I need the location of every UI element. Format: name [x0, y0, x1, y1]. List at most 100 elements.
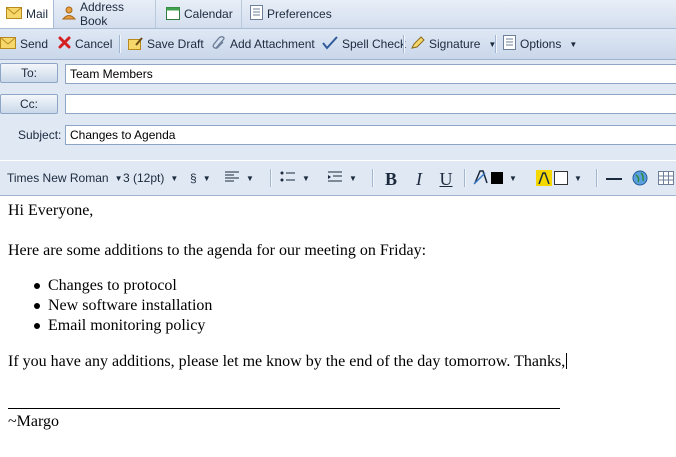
subject-field-value: Changes to Agenda	[70, 128, 176, 142]
tab-preferences[interactable]: Preferences	[244, 0, 344, 28]
spell-check-button[interactable]: Spell Check	[322, 29, 406, 59]
signature-divider	[8, 408, 560, 409]
bold-icon: B	[384, 168, 397, 189]
subject-field[interactable]: Changes to Agenda	[65, 125, 676, 145]
chevron-down-icon: ▼	[202, 173, 211, 183]
text-color-select[interactable]: ▼	[473, 161, 517, 195]
chevron-down-icon: ▼	[574, 173, 582, 183]
envelope-icon	[6, 6, 22, 22]
tab-calendar[interactable]: Calendar	[160, 0, 242, 28]
spell-check-icon	[322, 35, 338, 53]
text-cursor	[566, 353, 568, 369]
text-color-icon	[473, 169, 489, 188]
person-icon	[61, 6, 77, 23]
horizontal-rule-icon	[606, 178, 622, 180]
list-item: Changes to protocol	[32, 276, 212, 296]
closing-line: If you have any additions, please let me…	[8, 353, 568, 371]
signature-line: ~Margo	[8, 413, 60, 430]
send-label: Send	[20, 37, 49, 51]
preferences-icon	[250, 5, 263, 23]
cancel-label: Cancel	[75, 37, 113, 51]
format-divider	[372, 169, 374, 187]
highlight-color-swatch	[554, 171, 568, 185]
greeting-line: Hi Everyone,	[8, 202, 94, 219]
to-field-value: Team Members	[70, 67, 153, 81]
closing-text: If you have any additions, please let me…	[8, 353, 566, 370]
cc-field[interactable]	[65, 94, 676, 114]
highlight-icon	[536, 170, 552, 186]
format-divider	[596, 169, 598, 187]
cancel-button[interactable]: Cancel	[58, 29, 112, 59]
insert-table-button[interactable]	[656, 169, 676, 189]
toolbar-divider	[119, 35, 121, 53]
globe-link-icon	[632, 170, 648, 189]
envelope-icon	[0, 36, 16, 52]
indent-select[interactable]: ▼	[327, 161, 357, 195]
tab-address-book-label: Address Book	[80, 0, 125, 28]
underline-button[interactable]: U	[436, 169, 456, 189]
agenda-list: Changes to protocol New software install…	[32, 276, 212, 336]
text-color-swatch	[491, 172, 503, 184]
chevron-down-icon: ▼	[509, 173, 517, 183]
calendar-icon	[166, 6, 180, 23]
chevron-down-icon: ▼	[246, 173, 254, 183]
paperclip-icon	[212, 35, 226, 53]
compose-toolbar: Send Cancel Save Draft Add Attachment Sp…	[0, 29, 676, 60]
save-draft-icon	[128, 36, 143, 53]
spell-check-label: Spell Check	[342, 37, 407, 51]
format-toolbar: Times New Roman ▼ 3 (12pt) ▼ § ▼ ▼ ▼ ▼ B…	[0, 161, 676, 196]
options-label: Options	[520, 37, 562, 51]
horizontal-rule-button[interactable]	[604, 169, 624, 189]
cc-button-label: Cc:	[20, 97, 38, 111]
list-item: New software installation	[32, 296, 212, 316]
font-size-select[interactable]: 3 (12pt) ▼	[123, 161, 178, 195]
options-icon	[503, 35, 516, 53]
section-sign-icon: §	[190, 171, 197, 185]
underline-icon: U	[439, 168, 453, 189]
tab-address-book[interactable]: Address Book	[56, 0, 156, 28]
indent-icon	[327, 171, 343, 186]
signature-button[interactable]: Signature ▼	[411, 29, 496, 59]
message-header: To: Team Members Cc: Subject: Changes to…	[0, 60, 676, 160]
intro-line: Here are some additions to the agenda fo…	[8, 242, 427, 259]
bold-button[interactable]: B	[381, 169, 401, 189]
chevron-down-icon: ▼	[349, 173, 357, 183]
to-field[interactable]: Team Members	[65, 64, 676, 84]
save-draft-button[interactable]: Save Draft	[128, 29, 204, 59]
tab-mail[interactable]: Mail	[0, 0, 54, 28]
app-tab-bar: Mail Address Book Calendar Preferences	[0, 0, 676, 29]
options-button[interactable]: Options ▼	[503, 29, 577, 59]
tab-mail-label: Mail	[26, 7, 49, 21]
signature-label: Signature	[429, 37, 481, 51]
message-body-editor[interactable]: Hi Everyone, Here are some additions to …	[0, 196, 676, 457]
font-family-value: Times New Roman	[7, 171, 109, 185]
add-attachment-label: Add Attachment	[230, 37, 315, 51]
tab-calendar-label: Calendar	[184, 7, 233, 21]
signature-icon	[411, 35, 425, 53]
chevron-down-icon: ▼	[569, 39, 578, 49]
add-attachment-button[interactable]: Add Attachment	[212, 29, 315, 59]
chevron-down-icon: ▼	[302, 173, 310, 183]
bullet-list-select[interactable]: ▼	[280, 161, 310, 195]
to-button-label: To:	[20, 66, 37, 80]
alignment-select[interactable]: ▼	[224, 161, 254, 195]
bullet-list-icon	[280, 171, 296, 186]
close-icon	[58, 36, 71, 52]
subject-label: Subject:	[18, 128, 62, 142]
list-item: Email monitoring policy	[32, 316, 212, 336]
format-divider	[464, 169, 466, 187]
font-size-value: 3 (12pt)	[123, 171, 165, 185]
to-button[interactable]: To:	[0, 63, 58, 83]
font-family-select[interactable]: Times New Roman ▼	[7, 161, 123, 195]
tab-preferences-label: Preferences	[267, 7, 332, 21]
italic-button[interactable]: I	[409, 169, 429, 189]
toolbar-divider	[495, 35, 497, 53]
paragraph-style-select[interactable]: § ▼	[190, 161, 211, 195]
align-left-icon	[224, 171, 240, 186]
cc-button[interactable]: Cc:	[0, 94, 58, 114]
italic-icon: I	[416, 168, 422, 189]
insert-link-button[interactable]	[630, 169, 650, 189]
send-button[interactable]: Send	[0, 29, 48, 59]
format-divider	[270, 169, 272, 187]
highlight-color-select[interactable]: ▼	[536, 161, 582, 195]
